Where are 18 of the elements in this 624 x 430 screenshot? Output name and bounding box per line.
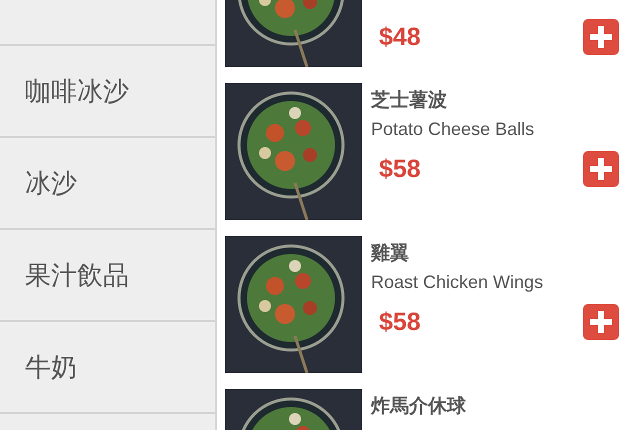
- dish-name: 芝士薯波: [371, 88, 448, 113]
- plus-icon: [590, 26, 612, 48]
- category-item[interactable]: 咖啡冰沙: [0, 46, 215, 138]
- category-item[interactable]: 牛奶: [0, 322, 215, 414]
- dish-price: $58: [378, 308, 421, 336]
- dish-english-name: Potato Cheese Balls: [371, 118, 536, 141]
- dish-english-name: Roast Chicken Wings: [371, 271, 544, 294]
- add-button[interactable]: [583, 151, 619, 187]
- add-button[interactable]: [583, 19, 619, 55]
- add-button[interactable]: [583, 304, 619, 340]
- dish-name: 炸馬介休球: [371, 394, 467, 419]
- category-item[interactable]: 果汁飲品: [0, 230, 215, 322]
- plus-icon: [590, 158, 612, 180]
- category-item[interactable]: 冰沙: [0, 138, 215, 230]
- dish-price: $48: [378, 22, 421, 52]
- dish-name: 雞翼: [371, 241, 410, 266]
- dish-price: $58: [378, 154, 421, 184]
- plus-icon: [590, 311, 612, 333]
